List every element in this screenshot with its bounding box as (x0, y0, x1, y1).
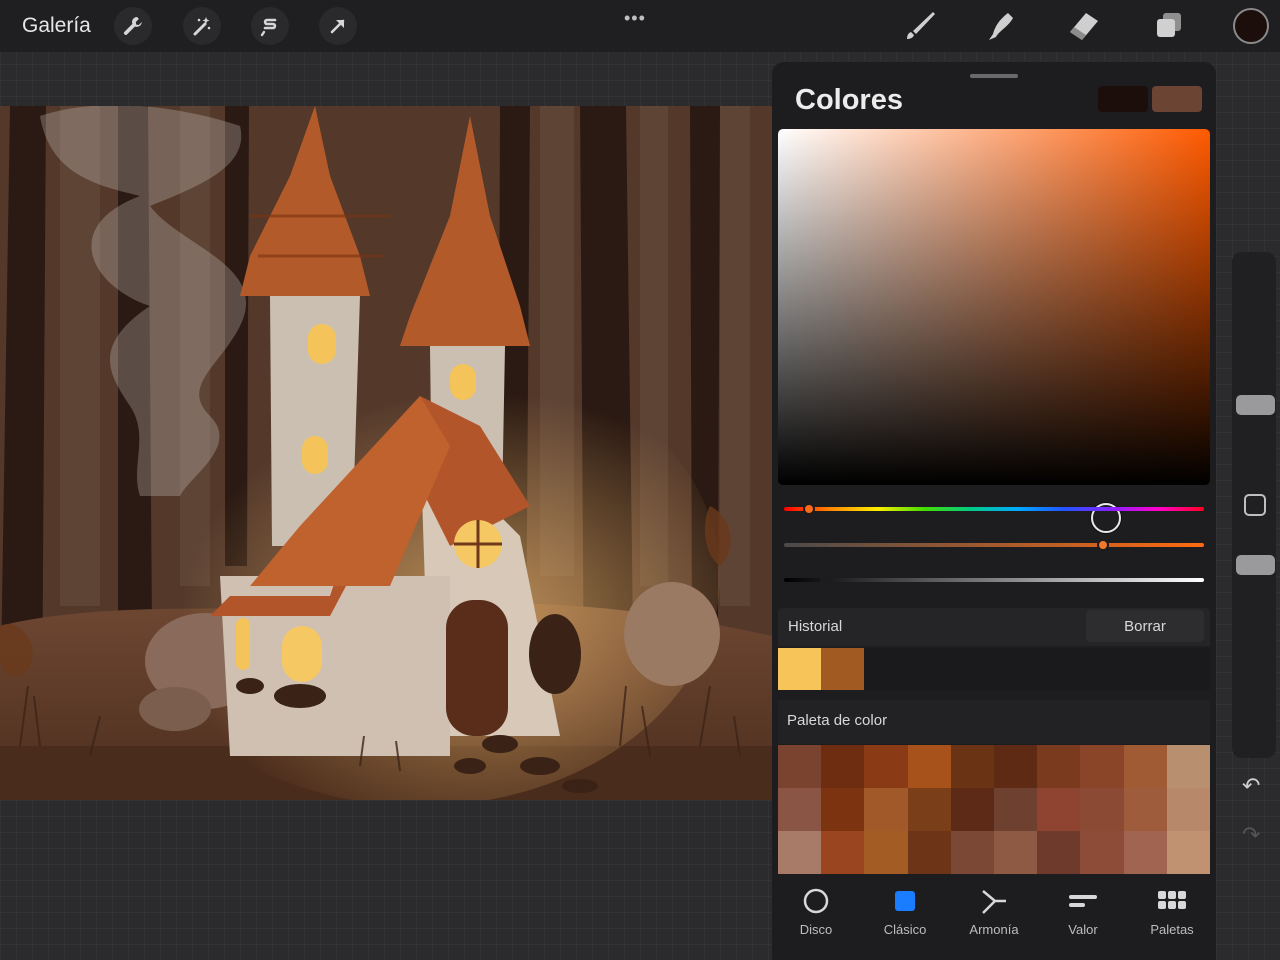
palette-swatch[interactable] (1123, 745, 1167, 788)
tab-label: Clásico (883, 922, 927, 937)
palette-swatch[interactable] (1166, 831, 1210, 874)
palette-swatch[interactable] (994, 788, 1038, 831)
hue-slider[interactable] (784, 507, 1204, 511)
saturation-slider-knob[interactable] (1097, 539, 1110, 551)
tab-armonia[interactable]: Armonía (950, 884, 1038, 950)
palette-swatch[interactable] (778, 788, 822, 831)
brightness-slider[interactable] (784, 578, 1204, 582)
layers-icon[interactable] (1150, 10, 1186, 42)
tab-label: Disco (799, 922, 833, 937)
colors-panel: Colores Historial Borrar Paleta de color… (772, 62, 1216, 960)
palette-swatch[interactable] (950, 788, 994, 831)
history-swatches (778, 648, 1210, 690)
color-palette-grid (778, 745, 1210, 874)
palette-label: Paleta de color (787, 712, 888, 729)
hue-slider-knob[interactable] (803, 503, 816, 515)
canvas-painting[interactable] (0, 106, 772, 800)
palette-swatch[interactable] (778, 745, 822, 788)
tab-valor[interactable]: Valor (1039, 884, 1127, 950)
palette-swatch[interactable] (1037, 788, 1081, 831)
selection-icon[interactable] (251, 7, 289, 45)
palette-swatch[interactable] (821, 745, 865, 788)
palette-swatch[interactable] (1123, 831, 1167, 874)
palette-swatch[interactable] (1037, 745, 1081, 788)
palette-swatch[interactable] (950, 831, 994, 874)
undo-icon[interactable]: ↶ (1242, 773, 1260, 799)
palette-swatch[interactable] (864, 788, 908, 831)
palette-swatch[interactable] (1080, 745, 1124, 788)
opacity-slider[interactable] (1236, 555, 1275, 575)
tab-label: Armonía (969, 922, 1019, 937)
more-options-icon[interactable]: ••• (624, 8, 646, 29)
palette-swatch[interactable] (950, 745, 994, 788)
history-header: Historial Borrar (778, 608, 1210, 646)
tab-label: Valor (1068, 922, 1098, 937)
palette-swatch[interactable] (864, 745, 908, 788)
palette-swatch[interactable] (1166, 745, 1210, 788)
secondary-color-swatch[interactable] (1152, 86, 1202, 112)
current-color-button[interactable] (1233, 8, 1269, 44)
smudge-icon[interactable] (984, 10, 1020, 42)
disc-icon (803, 888, 829, 914)
history-swatch[interactable] (778, 648, 821, 690)
gallery-button[interactable]: Galería (22, 14, 91, 38)
history-swatch[interactable] (821, 648, 864, 690)
tab-paletas[interactable]: Paletas (1128, 884, 1216, 950)
saturation-brightness-picker[interactable] (778, 129, 1210, 533)
tab-clasico[interactable]: Clásico (861, 884, 949, 950)
palette-swatch[interactable] (907, 831, 951, 874)
palette-swatch[interactable] (1080, 788, 1124, 831)
clear-history-button[interactable]: Borrar (1086, 610, 1204, 642)
redo-icon[interactable]: ↷ (1242, 822, 1260, 848)
history-label: Historial (788, 618, 843, 635)
magic-wand-icon[interactable] (183, 7, 221, 45)
eraser-icon[interactable] (1066, 10, 1102, 42)
palette-swatch[interactable] (907, 788, 951, 831)
palette-swatch[interactable] (821, 788, 865, 831)
palette-swatch[interactable] (1080, 831, 1124, 874)
tab-label: Paletas (1150, 922, 1194, 937)
saturation-slider[interactable] (784, 543, 1204, 547)
palette-swatch[interactable] (821, 831, 865, 874)
palette-swatch[interactable] (994, 745, 1038, 788)
brush-size-slider[interactable] (1236, 395, 1275, 415)
top-toolbar: Galería ••• (0, 0, 1280, 52)
brightness-slider-knob[interactable] (820, 574, 832, 586)
forest-house-illustration (0, 106, 772, 800)
panel-grabber[interactable] (970, 74, 1018, 78)
palette-swatch[interactable] (1123, 788, 1167, 831)
palette-swatch[interactable] (778, 831, 822, 874)
wrench-icon[interactable] (114, 7, 152, 45)
palettes-grid-icon (1158, 891, 1186, 909)
eyedropper-button[interactable] (1244, 494, 1266, 516)
harmony-icon (982, 890, 1006, 914)
palette-swatch[interactable] (1037, 831, 1081, 874)
tab-disco[interactable]: Disco (772, 884, 860, 950)
palette-header: Paleta de color (778, 700, 1210, 744)
palette-swatch[interactable] (907, 745, 951, 788)
transform-arrow-icon[interactable] (319, 7, 357, 45)
classic-square-icon (895, 891, 915, 911)
brush-icon[interactable] (902, 10, 938, 42)
value-sliders-icon (1069, 895, 1097, 907)
palette-swatch[interactable] (864, 831, 908, 874)
primary-color-swatch[interactable] (1098, 86, 1148, 112)
palette-swatch[interactable] (994, 831, 1038, 874)
color-mode-tabs: Disco Clásico Armonía Valor Paletas (772, 884, 1216, 954)
panel-title: Colores (795, 84, 903, 116)
palette-swatch[interactable] (1166, 788, 1210, 831)
